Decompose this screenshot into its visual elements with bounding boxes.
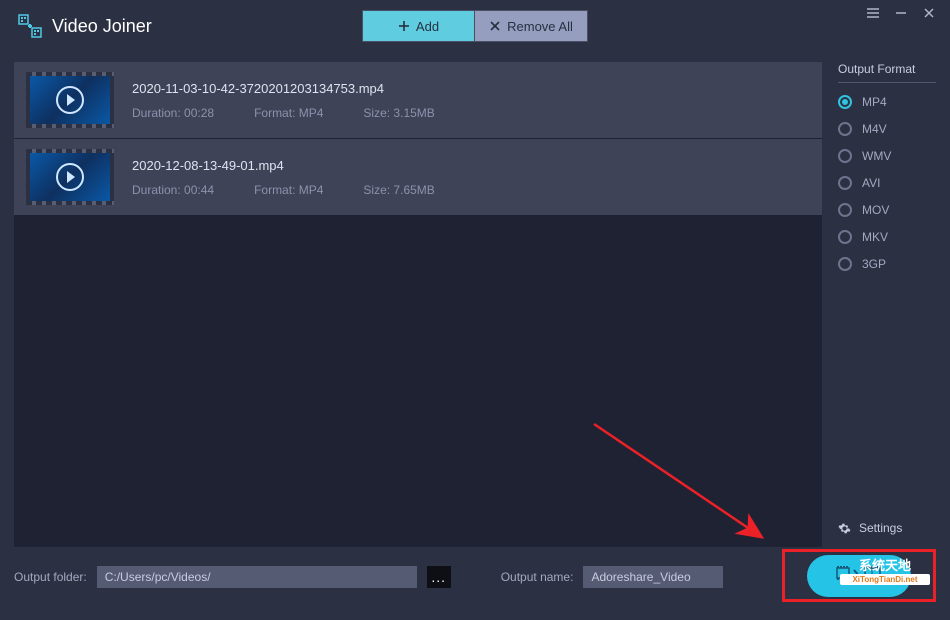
file-item[interactable]: 2020-12-08-13-49-01.mp4 Duration: 00:44 … <box>14 139 822 215</box>
join-highlight-box: 系统天地 XiTongTianDi.net <box>782 549 936 602</box>
radio-icon <box>838 95 852 109</box>
plus-icon <box>398 20 410 32</box>
remove-all-button[interactable]: Remove All <box>475 11 587 41</box>
radio-icon <box>838 149 852 163</box>
browse-button[interactable]: ... <box>427 566 451 588</box>
add-button[interactable]: Add <box>363 11 475 41</box>
file-item[interactable]: 2020-11-03-10-42-3720201203134753.mp4 Du… <box>14 62 822 138</box>
format-label: M4V <box>862 122 887 136</box>
file-duration: Duration: 00:44 <box>132 183 214 197</box>
header: Video Joiner Add Remove All <box>0 0 950 52</box>
output-format-title: Output Format <box>838 62 936 83</box>
format-label: MKV <box>862 230 888 244</box>
file-size: Size: 7.65MB <box>363 183 434 197</box>
format-option-mp4[interactable]: MP4 <box>838 95 936 109</box>
file-name: 2020-12-08-13-49-01.mp4 <box>132 158 810 173</box>
main-area: 2020-11-03-10-42-3720201203134753.mp4 Du… <box>0 52 950 547</box>
output-format-panel: Output Format MP4 M4V WMV AVI MOV MKV 3G… <box>838 62 936 547</box>
remove-all-label: Remove All <box>507 19 573 34</box>
join-icon <box>835 564 883 588</box>
radio-icon <box>838 257 852 271</box>
radio-icon <box>838 230 852 244</box>
minimize-icon[interactable] <box>894 6 908 20</box>
menu-icon[interactable] <box>866 6 880 20</box>
file-duration: Duration: 00:28 <box>132 106 214 120</box>
add-label: Add <box>416 19 439 34</box>
gear-icon <box>838 522 851 535</box>
file-list[interactable]: 2020-11-03-10-42-3720201203134753.mp4 Du… <box>14 62 822 547</box>
file-meta: Duration: 00:44 Format: MP4 Size: 7.65MB <box>132 183 810 197</box>
radio-icon <box>838 203 852 217</box>
window-controls <box>866 6 936 20</box>
format-list: MP4 M4V WMV AVI MOV MKV 3GP <box>838 95 936 271</box>
format-option-mov[interactable]: MOV <box>838 203 936 217</box>
radio-icon <box>838 122 852 136</box>
join-button[interactable] <box>807 555 911 597</box>
format-option-3gp[interactable]: 3GP <box>838 257 936 271</box>
file-info: 2020-12-08-13-49-01.mp4 Duration: 00:44 … <box>132 158 810 197</box>
format-label: 3GP <box>862 257 886 271</box>
close-icon[interactable] <box>922 6 936 20</box>
bottom-bar: Output folder: ... Output name: 系统天地 XiT… <box>0 547 950 607</box>
action-buttons: Add Remove All <box>362 10 588 42</box>
file-name: 2020-11-03-10-42-3720201203134753.mp4 <box>132 81 810 96</box>
output-folder-input[interactable] <box>97 566 417 588</box>
file-info: 2020-11-03-10-42-3720201203134753.mp4 Du… <box>132 81 810 120</box>
file-meta: Duration: 00:28 Format: MP4 Size: 3.15MB <box>132 106 810 120</box>
video-thumbnail[interactable] <box>26 149 114 205</box>
x-icon <box>489 20 501 32</box>
app-title: Video Joiner <box>52 16 152 37</box>
radio-icon <box>838 176 852 190</box>
format-option-avi[interactable]: AVI <box>838 176 936 190</box>
logo-area: Video Joiner <box>18 14 152 38</box>
format-label: AVI <box>862 176 880 190</box>
settings-button[interactable]: Settings <box>838 521 936 547</box>
file-size: Size: 3.15MB <box>363 106 434 120</box>
format-option-wmv[interactable]: WMV <box>838 149 936 163</box>
format-option-mkv[interactable]: MKV <box>838 230 936 244</box>
format-option-m4v[interactable]: M4V <box>838 122 936 136</box>
play-icon <box>56 163 84 191</box>
output-name-label: Output name: <box>501 570 574 584</box>
app-logo-icon <box>18 14 42 38</box>
format-label: MOV <box>862 203 889 217</box>
play-icon <box>56 86 84 114</box>
format-label: WMV <box>862 149 891 163</box>
file-format: Format: MP4 <box>254 183 323 197</box>
file-format: Format: MP4 <box>254 106 323 120</box>
output-folder-label: Output folder: <box>14 570 87 584</box>
format-label: MP4 <box>862 95 887 109</box>
output-name-input[interactable] <box>583 566 723 588</box>
settings-label: Settings <box>859 521 902 535</box>
video-thumbnail[interactable] <box>26 72 114 128</box>
